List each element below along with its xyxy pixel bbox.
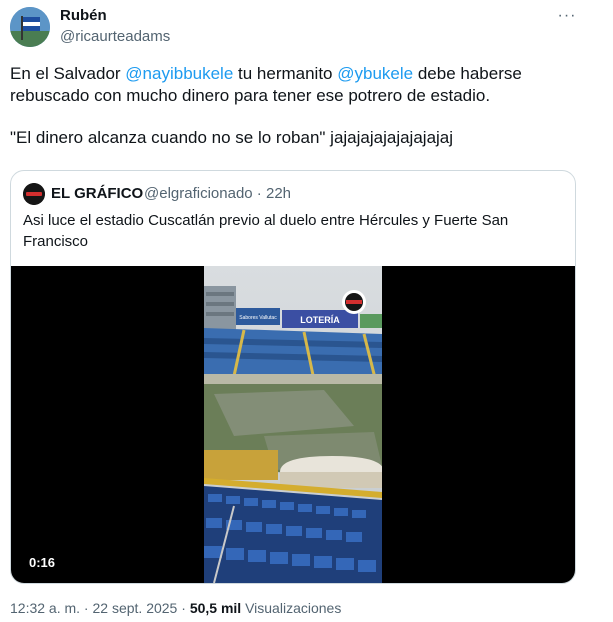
tweet-quote-line: "El dinero alcanza cuando no se lo roban… (10, 128, 454, 147)
quoted-author-name[interactable]: EL GRÁFICO (51, 185, 143, 202)
quoted-author-handle-time[interactable]: @elgraficionado · 22h (144, 185, 291, 202)
meta-separator: · (80, 600, 93, 616)
views-label: Visualizaciones (245, 600, 342, 616)
quoted-timestamp[interactable]: 22h (266, 185, 291, 202)
tweet-post: Rubén @ricaurteadams ··· En el Salvador … (0, 0, 613, 622)
quoted-separator: · (252, 185, 266, 202)
video-thumbnail: Sabores Vallutac LOTERÍA (204, 266, 382, 583)
tweet-text-segment: En el Salvador (10, 64, 126, 83)
more-options-button[interactable]: ··· (556, 4, 578, 28)
mention-link-nayibbukele[interactable]: @nayibbukele (125, 64, 233, 83)
author-name[interactable]: Rubén (60, 7, 107, 24)
author-avatar[interactable] (10, 7, 50, 47)
author-handle[interactable]: @ricaurteadams (60, 28, 170, 45)
quoted-author-handle[interactable]: @elgraficionado (144, 185, 253, 202)
banner-sponsor-left: Sabores Vallutac (239, 315, 277, 321)
tweet-text-segment: tu hermanito (233, 64, 338, 83)
video-player[interactable]: Sabores Vallutac LOTERÍA 0:16 (11, 266, 575, 583)
quoted-tweet-text: Asi luce el estadio Cuscatlán previo al … (23, 212, 509, 250)
tweet-text: En el Salvador @nayibbukele tu hermanito… (10, 63, 590, 149)
banner-sponsor-right: LOTERÍA (300, 315, 340, 325)
post-metadata: 12:32 a. m. · 22 sept. 2025 · 50,5 mil V… (10, 600, 341, 616)
quoted-author-avatar[interactable] (23, 183, 45, 205)
meta-separator: · (177, 600, 190, 616)
post-time[interactable]: 12:32 a. m. (10, 600, 80, 616)
views-count: 50,5 mil (189, 600, 242, 616)
video-duration: 0:16 (23, 553, 62, 572)
post-date[interactable]: 22 sept. 2025 (93, 600, 178, 616)
quoted-tweet-card[interactable]: EL GRÁFICO @elgraficionado · 22h Asi luc… (10, 170, 576, 584)
mention-link-ybukele[interactable]: @ybukele (337, 64, 413, 83)
